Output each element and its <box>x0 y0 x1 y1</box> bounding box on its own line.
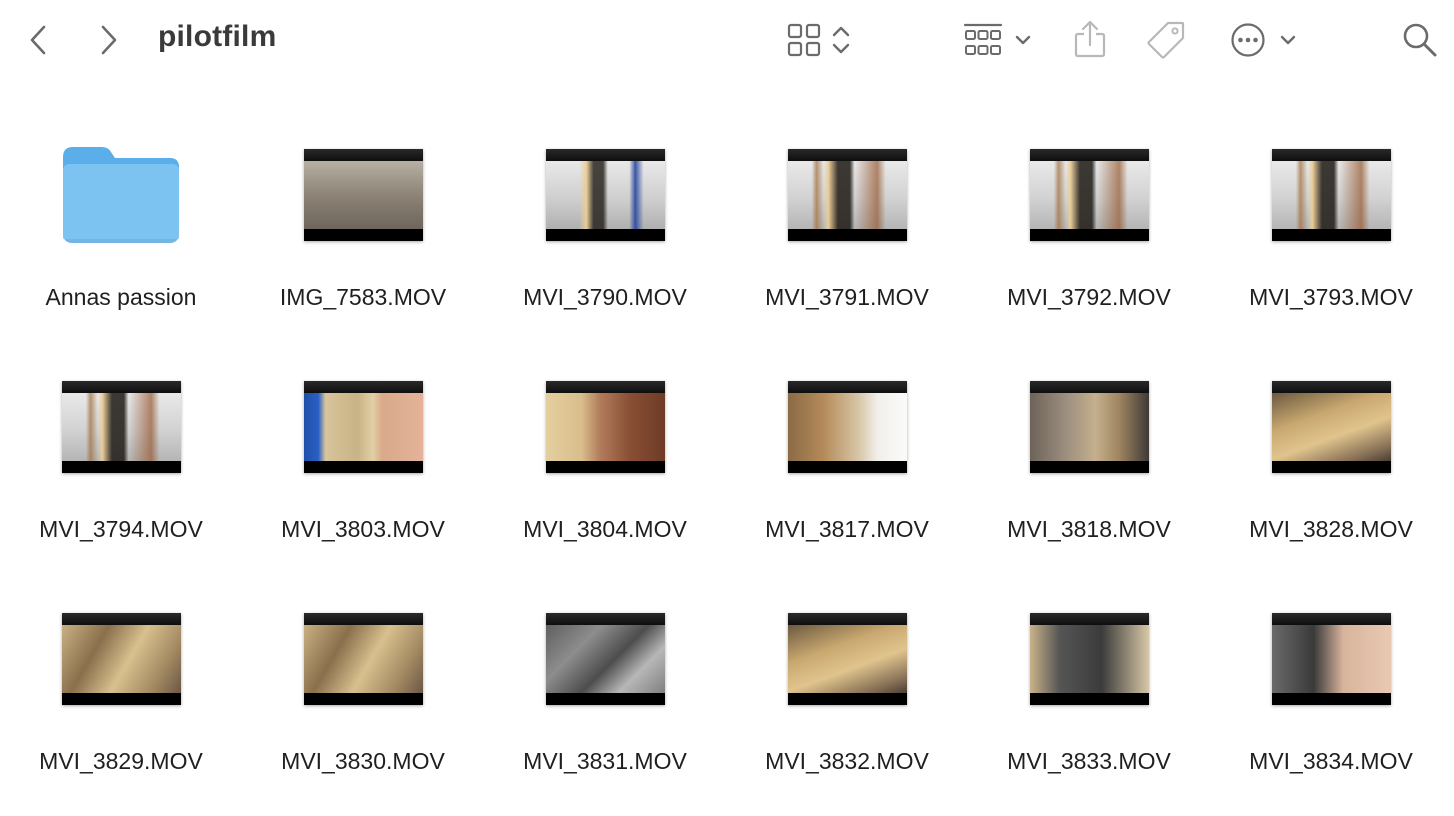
video-thumbnail <box>242 352 484 502</box>
video-frame <box>545 613 665 705</box>
chevron-down-icon <box>1015 35 1031 45</box>
video-frame <box>303 381 423 473</box>
file-item[interactable]: MVI_3833.MOV <box>968 584 1210 784</box>
file-name-label: MVI_3828.MOV <box>1249 516 1413 542</box>
file-name-label: MVI_3791.MOV <box>765 284 929 310</box>
file-name-label: IMG_7583.MOV <box>279 284 447 310</box>
video-thumbnail <box>1210 120 1452 270</box>
icon-grid-view-icon <box>787 23 821 57</box>
video-thumbnail <box>726 120 968 270</box>
folder-icon <box>63 147 179 243</box>
file-item[interactable]: MVI_3828.MOV <box>1210 352 1452 552</box>
video-frame <box>545 149 665 241</box>
file-name-label: MVI_3829.MOV <box>39 748 203 774</box>
video-frame <box>787 613 907 705</box>
video-frame <box>1271 149 1391 241</box>
video-frame <box>303 149 423 241</box>
file-item[interactable]: MVI_3790.MOV <box>484 120 726 320</box>
window-title: pilotfilm <box>158 20 277 53</box>
video-thumbnail <box>968 352 1210 502</box>
share-button[interactable] <box>1068 16 1112 62</box>
file-name-label: MVI_3790.MOV <box>523 284 687 310</box>
search-button[interactable] <box>1398 18 1442 62</box>
group-by-icon <box>963 23 1003 55</box>
video-frame <box>545 381 665 473</box>
video-frame <box>303 613 423 705</box>
share-icon <box>1074 20 1106 58</box>
video-frame <box>787 381 907 473</box>
group-by-button[interactable] <box>958 18 1038 62</box>
file-item[interactable]: MVI_3803.MOV <box>242 352 484 552</box>
up-down-chevron-icon <box>832 26 850 54</box>
ellipsis-circle-icon <box>1231 23 1265 57</box>
file-name-label: MVI_3792.MOV <box>1007 284 1171 310</box>
file-item[interactable]: MVI_3818.MOV <box>968 352 1210 552</box>
video-frame <box>787 149 907 241</box>
file-item[interactable]: MVI_3829.MOV <box>0 584 242 784</box>
file-item[interactable]: IMG_7583.MOV <box>242 120 484 320</box>
file-name-label: MVI_3834.MOV <box>1249 748 1413 774</box>
video-frame <box>1271 381 1391 473</box>
tag-icon <box>1147 21 1185 59</box>
video-thumbnail <box>1210 584 1452 734</box>
file-item[interactable]: MVI_3817.MOV <box>726 352 968 552</box>
video-thumbnail <box>484 120 726 270</box>
file-name-label: MVI_3832.MOV <box>765 748 929 774</box>
view-mode-button[interactable] <box>780 18 860 62</box>
video-frame <box>61 381 181 473</box>
video-frame <box>1029 381 1149 473</box>
file-item[interactable]: MVI_3804.MOV <box>484 352 726 552</box>
video-thumbnail <box>484 584 726 734</box>
video-thumbnail <box>484 352 726 502</box>
video-thumbnail <box>968 584 1210 734</box>
chevron-right-icon <box>101 25 117 55</box>
file-item[interactable]: MVI_3832.MOV <box>726 584 968 784</box>
file-name-label: Annas passion <box>45 284 197 310</box>
video-thumbnail <box>1210 352 1452 502</box>
video-frame <box>1029 149 1149 241</box>
toolbar: pilotfilm <box>0 0 1454 80</box>
video-thumbnail <box>968 120 1210 270</box>
search-icon <box>1403 23 1437 57</box>
file-name-label: MVI_3794.MOV <box>39 516 203 542</box>
file-item[interactable]: MVI_3794.MOV <box>0 352 242 552</box>
video-frame <box>61 613 181 705</box>
video-thumbnail <box>242 120 484 270</box>
file-name-label: MVI_3817.MOV <box>765 516 929 542</box>
video-thumbnail <box>0 352 242 502</box>
file-item[interactable]: MVI_3830.MOV <box>242 584 484 784</box>
video-frame <box>1029 613 1149 705</box>
file-name-label: MVI_3804.MOV <box>523 516 687 542</box>
back-button[interactable] <box>22 20 54 60</box>
file-item[interactable]: MVI_3831.MOV <box>484 584 726 784</box>
file-item[interactable]: MVI_3793.MOV <box>1210 120 1452 320</box>
file-name-label: MVI_3803.MOV <box>281 516 445 542</box>
video-frame <box>1271 613 1391 705</box>
more-actions-button[interactable] <box>1226 18 1302 62</box>
forward-button[interactable] <box>93 20 125 60</box>
video-thumbnail <box>242 584 484 734</box>
file-item[interactable]: MVI_3834.MOV <box>1210 584 1452 784</box>
chevron-down-icon <box>1280 35 1296 45</box>
chevron-left-icon <box>30 25 46 55</box>
video-thumbnail <box>726 584 968 734</box>
video-thumbnail <box>726 352 968 502</box>
folder-item[interactable]: Annas passion <box>0 120 242 320</box>
video-thumbnail <box>0 584 242 734</box>
tag-button[interactable] <box>1144 18 1188 62</box>
file-name-label: MVI_3793.MOV <box>1249 284 1413 310</box>
file-name-label: MVI_3831.MOV <box>523 748 687 774</box>
file-name-label: MVI_3818.MOV <box>1007 516 1171 542</box>
file-name-label: MVI_3833.MOV <box>1007 748 1171 774</box>
file-item[interactable]: MVI_3791.MOV <box>726 120 968 320</box>
folder-icon <box>0 120 242 270</box>
file-name-label: MVI_3830.MOV <box>281 748 445 774</box>
file-item[interactable]: MVI_3792.MOV <box>968 120 1210 320</box>
